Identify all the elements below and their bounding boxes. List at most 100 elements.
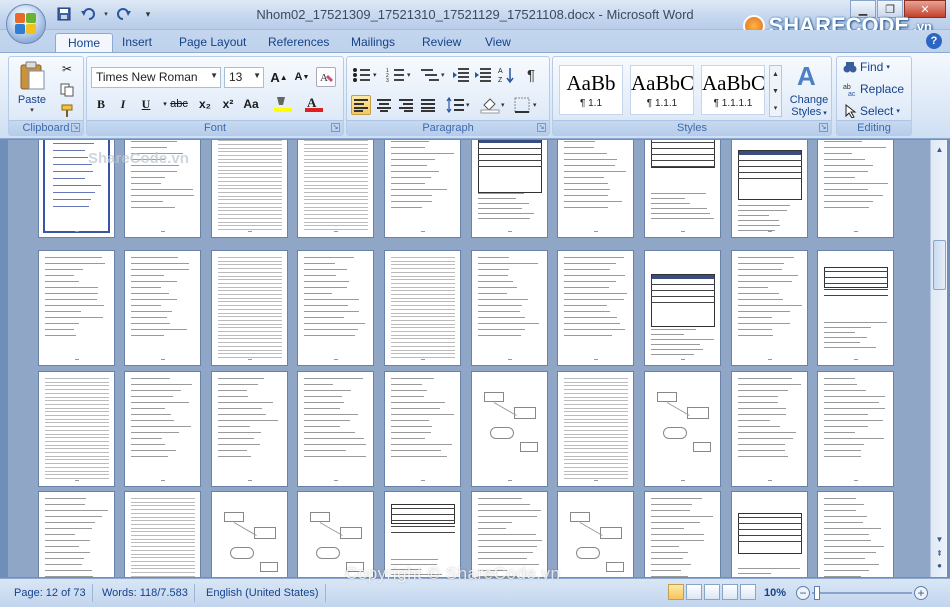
page-thumbnail[interactable] — [124, 371, 201, 487]
tab-mailings[interactable]: Mailings — [339, 33, 407, 52]
tab-view[interactable]: View — [473, 33, 523, 52]
decrease-indent-icon[interactable] — [451, 65, 471, 85]
office-button[interactable] — [6, 4, 46, 44]
web-layout-view-icon[interactable] — [704, 584, 720, 600]
style-1-1-1[interactable]: AaBbC ¶ 1.1.1 — [630, 65, 694, 115]
zoom-out-icon[interactable]: − — [796, 586, 810, 600]
page-thumbnail[interactable] — [297, 140, 374, 238]
increase-indent-icon[interactable] — [473, 65, 493, 85]
justify-icon[interactable] — [418, 95, 438, 115]
scroll-down-icon[interactable]: ▼ — [932, 532, 947, 547]
replace-button[interactable]: ab ac Replace — [843, 82, 904, 96]
page-thumbnail[interactable] — [471, 140, 548, 238]
tab-review[interactable]: Review — [410, 33, 473, 52]
strikethrough-button[interactable]: abc — [169, 94, 189, 114]
zoom-in-icon[interactable]: + — [914, 586, 928, 600]
page-thumbnail[interactable] — [644, 250, 721, 366]
select-browse-object-icon[interactable]: ● — [932, 558, 947, 573]
font-size-select[interactable]: 13 ▼ — [224, 67, 264, 88]
word-count-status[interactable]: Words: 118/7.583 — [96, 584, 195, 602]
line-spacing-icon[interactable]: ▾ — [445, 95, 473, 115]
page-thumbnail[interactable] — [817, 371, 894, 487]
zoom-slider[interactable] — [812, 592, 912, 594]
superscript-button[interactable]: x² — [218, 94, 238, 114]
page-thumbnail[interactable] — [731, 491, 808, 577]
page-thumbnail[interactable] — [124, 250, 201, 366]
borders-icon[interactable]: ▾ — [513, 95, 543, 115]
copy-icon[interactable] — [57, 80, 77, 100]
paragraph-launcher-icon[interactable]: ↘ — [537, 123, 546, 132]
italic-button[interactable]: I — [113, 94, 133, 114]
scroll-up-icon[interactable]: ▲ — [932, 142, 947, 157]
align-right-icon[interactable] — [396, 95, 416, 115]
page-thumbnail[interactable] — [557, 371, 634, 487]
page-thumbnail[interactable] — [817, 491, 894, 577]
select-button[interactable]: Select ▾ — [843, 104, 900, 118]
vertical-scrollbar[interactable]: ▲ ▼ ⇞ ● — [930, 140, 947, 577]
page-thumbnail[interactable] — [644, 371, 721, 487]
font-color-icon[interactable]: A — [303, 94, 327, 114]
print-layout-view-icon[interactable] — [668, 584, 684, 600]
style-1-1-1-1[interactable]: AaBbC ¶ 1.1.1.1 — [701, 65, 765, 115]
font-family-select[interactable]: Times New Roman ▼ — [91, 67, 221, 88]
scrollbar-thumb[interactable] — [933, 240, 946, 290]
bold-button[interactable]: B — [91, 94, 111, 114]
clipboard-launcher-icon[interactable]: ↘ — [71, 123, 80, 132]
clear-formatting-icon[interactable]: A — [316, 67, 336, 87]
page-thumbnail[interactable] — [644, 491, 721, 577]
format-painter-icon[interactable] — [57, 101, 77, 121]
zoom-slider-thumb[interactable] — [814, 586, 820, 600]
outline-view-icon[interactable] — [722, 584, 738, 600]
page-thumbnail[interactable] — [38, 250, 115, 366]
language-status[interactable]: English (United States) — [200, 584, 326, 602]
page-number-status[interactable]: Page: 12 of 73 — [8, 584, 93, 602]
shading-icon[interactable]: ▾ — [479, 95, 509, 115]
page-thumbnail[interactable] — [38, 491, 115, 577]
page-thumbnail[interactable] — [644, 140, 721, 238]
page-thumbnail[interactable] — [211, 491, 288, 577]
page-thumbnail[interactable] — [471, 250, 548, 366]
page-thumbnail[interactable] — [211, 140, 288, 238]
page-thumbnail[interactable] — [817, 140, 894, 238]
highlight-icon[interactable] — [272, 94, 296, 114]
cut-icon[interactable]: ✂ — [57, 59, 77, 79]
page-thumbnail[interactable] — [124, 491, 201, 577]
underline-button[interactable]: U — [136, 94, 156, 114]
find-button[interactable]: Find ▾ — [843, 60, 890, 74]
page-thumbnail[interactable] — [557, 140, 634, 238]
style-1-1[interactable]: AaBb ¶ 1.1 — [559, 65, 623, 115]
shrink-font-icon[interactable]: A ▼ — [292, 67, 312, 87]
page-thumbnail[interactable] — [471, 371, 548, 487]
show-formatting-marks-icon[interactable]: ¶ — [521, 65, 541, 85]
page-thumbnail[interactable] — [384, 371, 461, 487]
page-thumbnail[interactable] — [211, 250, 288, 366]
paste-button[interactable]: Paste ▾ — [15, 61, 49, 114]
page-thumbnail[interactable] — [297, 371, 374, 487]
align-center-icon[interactable] — [374, 95, 394, 115]
styles-launcher-icon[interactable]: ↘ — [819, 123, 828, 132]
page-thumbnail[interactable] — [557, 491, 634, 577]
page-thumbnail[interactable] — [731, 140, 808, 238]
page-thumbnail[interactable] — [297, 250, 374, 366]
bullets-icon[interactable]: ▾ — [351, 65, 381, 85]
page-thumbnail[interactable] — [557, 250, 634, 366]
page-thumbnail[interactable] — [211, 371, 288, 487]
page-thumbnail[interactable] — [731, 371, 808, 487]
page-thumbnail[interactable] — [384, 140, 461, 238]
styles-gallery-scroll[interactable]: ▲ ▼ ▾ — [769, 65, 782, 117]
tab-page-layout[interactable]: Page Layout — [167, 33, 258, 52]
full-screen-reading-view-icon[interactable] — [686, 584, 702, 600]
page-thumbnail[interactable] — [384, 250, 461, 366]
grow-font-icon[interactable]: A ▲ — [269, 67, 289, 87]
zoom-level[interactable]: 10% — [758, 584, 792, 602]
numbering-icon[interactable]: 1 2 3 ▾ — [385, 65, 415, 85]
multilevel-list-icon[interactable]: ▾ — [419, 65, 449, 85]
tab-references[interactable]: References — [256, 33, 341, 52]
tab-insert[interactable]: Insert — [110, 33, 164, 52]
page-thumbnail[interactable] — [731, 250, 808, 366]
font-launcher-icon[interactable]: ↘ — [331, 123, 340, 132]
draft-view-icon[interactable] — [740, 584, 756, 600]
align-left-icon[interactable] — [351, 95, 371, 115]
subscript-button[interactable]: x₂ — [195, 94, 215, 114]
help-icon[interactable]: ? — [926, 33, 942, 49]
